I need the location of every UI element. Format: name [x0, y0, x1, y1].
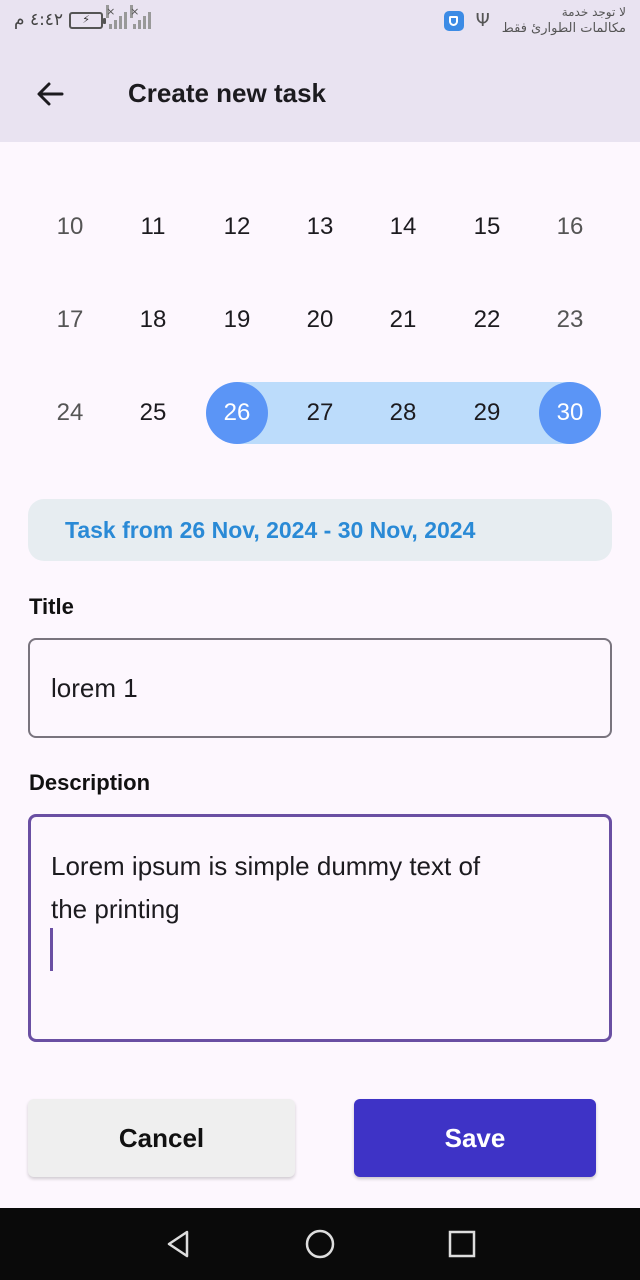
- status-bar: ٤:٤٢ م ⚡ × × Ψ لا توجد خدمة مكالمات الطو…: [0, 0, 640, 44]
- calendar-day-21[interactable]: 21: [372, 289, 434, 351]
- calendar-day-20[interactable]: 20: [289, 289, 351, 351]
- calendar-day-30-range-end[interactable]: 30: [539, 382, 601, 444]
- calendar-day-18[interactable]: 18: [122, 289, 184, 351]
- calendar-day-26-range-start[interactable]: 26: [206, 382, 268, 444]
- save-button[interactable]: Save: [354, 1099, 596, 1177]
- carrier-line-2: مكالمات الطوارئ فقط: [501, 21, 626, 36]
- description-line-2: the printing: [51, 894, 180, 924]
- calendar-day-15[interactable]: 15: [456, 196, 518, 258]
- title-input-value: lorem 1: [51, 672, 138, 703]
- nav-home-button[interactable]: [302, 1226, 338, 1262]
- vpn-shield-icon: [443, 10, 464, 31]
- battery-charging-icon: ⚡: [69, 11, 107, 29]
- calendar-day-22[interactable]: 22: [456, 289, 518, 351]
- usb-icon: Ψ: [475, 10, 490, 31]
- nav-back-button[interactable]: [160, 1226, 196, 1262]
- calendar-day-10[interactable]: 10: [39, 196, 101, 258]
- calendar-week-row: 10 11 12 13 14 15 16: [28, 196, 612, 258]
- range-summary-box: Task from 26 Nov, 2024 - 30 Nov, 2024: [28, 499, 612, 561]
- calendar-day-29[interactable]: 29: [456, 382, 518, 444]
- calendar-day-25[interactable]: 25: [122, 382, 184, 444]
- signal-no-service-icon: ×: [106, 5, 128, 29]
- status-time: ٤:٤٢ م: [14, 10, 64, 30]
- recents-square-icon: [448, 1230, 476, 1258]
- signal-no-service-icon: ×: [130, 5, 152, 29]
- description-label: Description: [29, 770, 151, 795]
- calendar-day-27[interactable]: 27: [289, 382, 351, 444]
- arrow-left-icon: [37, 82, 64, 106]
- calendar-day-23[interactable]: 23: [539, 289, 601, 351]
- carrier-line-1: لا توجد خدمة: [561, 5, 626, 19]
- calendar-week-row: 17 18 19 20 21 22 23: [28, 289, 612, 351]
- back-triangle-icon: [167, 1230, 189, 1258]
- page-title: Create new task: [128, 78, 326, 108]
- calendar-day-11[interactable]: 11: [122, 196, 184, 258]
- text-cursor: [50, 928, 53, 971]
- calendar-day-19[interactable]: 19: [206, 289, 268, 351]
- carrier-info: لا توجد خدمة مكالمات الطوارئ فقط: [502, 4, 626, 37]
- calendar-day-12[interactable]: 12: [206, 196, 268, 258]
- title-input[interactable]: lorem 1: [28, 638, 612, 738]
- cancel-button[interactable]: Cancel: [28, 1099, 295, 1177]
- back-button[interactable]: [26, 70, 74, 118]
- status-left: ٤:٤٢ م ⚡ × ×: [14, 5, 152, 30]
- calendar-day-24[interactable]: 24: [39, 382, 101, 444]
- app-bar: Create new task: [0, 44, 640, 142]
- description-line-1: Lorem ipsum is simple dummy text of: [51, 851, 481, 881]
- calendar-day-28[interactable]: 28: [372, 382, 434, 444]
- calendar-week-row: 24 25 26 27 28 29 30: [28, 382, 612, 444]
- date-range-calendar: 10 11 12 13 14 15 16 17 18 19 20 21 22 2…: [28, 196, 612, 475]
- nav-recents-button[interactable]: [444, 1226, 480, 1262]
- range-summary-text: Task from 26 Nov, 2024 - 30 Nov, 2024: [65, 516, 476, 543]
- system-nav-bar: [0, 1208, 640, 1280]
- calendar-day-16[interactable]: 16: [539, 196, 601, 258]
- calendar-day-14[interactable]: 14: [372, 196, 434, 258]
- status-right: Ψ لا توجد خدمة مكالمات الطوارئ فقط: [443, 4, 626, 37]
- calendar-day-13[interactable]: 13: [289, 196, 351, 258]
- calendar-day-17[interactable]: 17: [39, 289, 101, 351]
- title-label: Title: [29, 594, 74, 619]
- home-circle-icon: [305, 1229, 335, 1259]
- description-input[interactable]: Lorem ipsum is simple dummy text of the …: [28, 814, 612, 1042]
